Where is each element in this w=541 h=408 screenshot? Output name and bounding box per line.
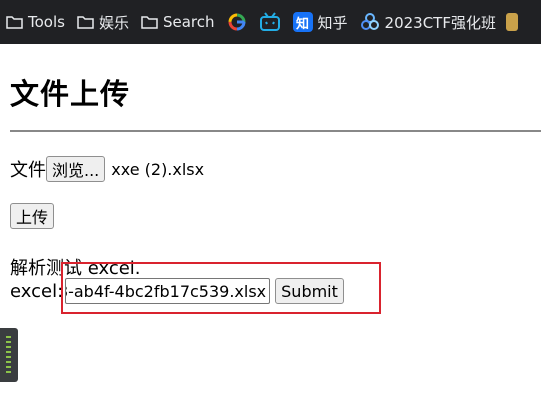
bookmark-entertainment[interactable]: 娱乐 <box>71 0 135 44</box>
file-label: 文件 <box>10 160 46 181</box>
overflow-bookmark-icon[interactable] <box>505 13 518 31</box>
bookmark-label: 娱乐 <box>98 13 129 32</box>
bookmark-label: 2023CTF强化班 <box>384 13 496 32</box>
browse-button[interactable]: 浏览... <box>46 156 106 182</box>
bookmark-label: Search <box>162 13 215 31</box>
excel-label: excel: <box>10 280 64 302</box>
bookmark-ctf[interactable]: 2023CTF强化班 <box>354 0 502 44</box>
selected-file-name: xxe (2).xlsx <box>111 159 205 179</box>
google-icon <box>228 13 246 31</box>
page-title: 文件上传 <box>10 77 131 111</box>
upload-row: 上传 <box>10 203 55 229</box>
file-upload-row: 文件 浏览... xxe (2).xlsx <box>10 156 204 182</box>
highlight-box <box>61 262 381 314</box>
folder-icon <box>77 16 94 29</box>
bilibili-icon <box>259 12 280 31</box>
side-panel-handle[interactable] <box>0 328 18 382</box>
bookmark-label: 知乎 <box>317 13 348 32</box>
ctf-icon <box>360 13 379 30</box>
bookmark-google[interactable] <box>221 0 253 44</box>
bookmark-tools[interactable]: Tools <box>0 0 71 44</box>
bookmark-zhihu[interactable]: 知 知乎 <box>287 0 354 44</box>
folder-icon <box>6 16 23 29</box>
bookmark-label: Tools <box>28 13 65 31</box>
bookmark-search[interactable]: Search <box>135 0 221 44</box>
zhihu-icon: 知 <box>292 12 313 32</box>
bookmarks-bar: Tools 娱乐 Search 知 知乎 2023CTF强化班 <box>0 0 541 44</box>
divider <box>10 130 541 132</box>
bookmark-bilibili[interactable] <box>253 0 287 44</box>
folder-icon <box>141 16 158 29</box>
grip-icon <box>6 336 11 374</box>
upload-button[interactable]: 上传 <box>10 203 55 229</box>
